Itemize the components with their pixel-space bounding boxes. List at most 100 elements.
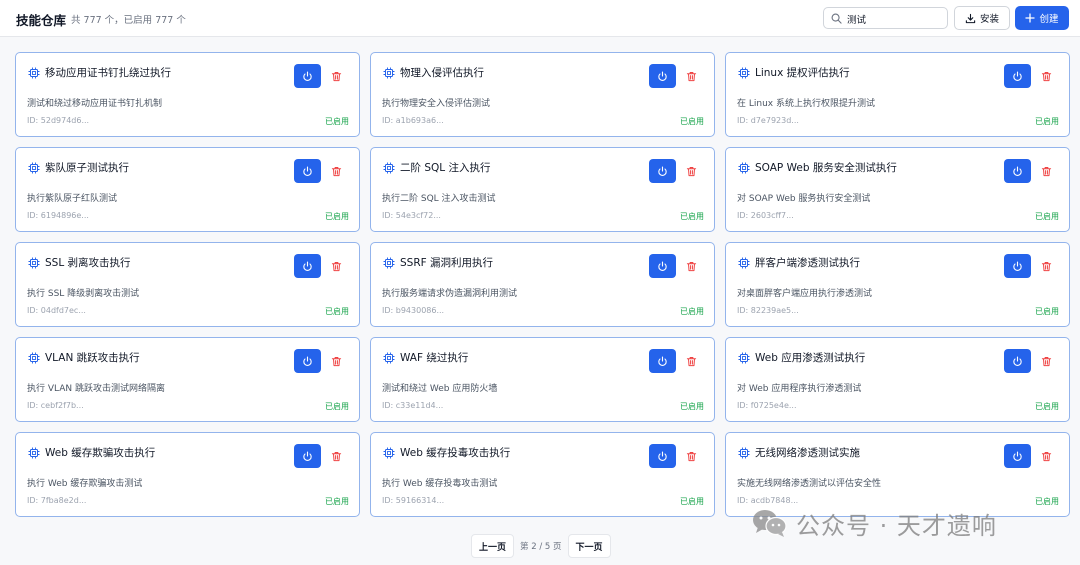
- toggle-button[interactable]: [1004, 254, 1031, 278]
- skill-name: 移动应用证书钉扎绕过执行: [45, 67, 171, 79]
- skill-card[interactable]: Web 应用渗透测试执行 对 Web 应用程序执行渗透测试 ID: f0725e…: [725, 337, 1070, 422]
- power-icon: [1013, 261, 1022, 271]
- chip-icon: [383, 257, 395, 269]
- chip-icon: [738, 447, 750, 459]
- toggle-button[interactable]: [294, 349, 321, 373]
- delete-button[interactable]: [1039, 163, 1053, 179]
- toggle-button[interactable]: [1004, 159, 1031, 183]
- skill-card[interactable]: 胖客户端渗透测试执行 对桌面胖客户端应用执行渗透测试 ID: 82239ae5.…: [725, 242, 1070, 327]
- skill-card[interactable]: 物理入侵评估执行 执行物理安全入侵评估测试 ID: a1b693a6... 已启…: [370, 52, 715, 137]
- search-box[interactable]: [823, 7, 948, 29]
- skill-id: ID: 82239ae5...: [737, 306, 799, 315]
- power-icon: [658, 71, 667, 81]
- power-icon: [658, 356, 667, 366]
- skill-name: Web 应用渗透测试执行: [755, 352, 866, 364]
- skill-id: ID: 6194896e...: [27, 211, 89, 220]
- skill-card[interactable]: VLAN 跳跃攻击执行 执行 VLAN 跳跃攻击测试网络隔离 ID: cebf2…: [15, 337, 360, 422]
- delete-button[interactable]: [684, 353, 698, 369]
- skill-card[interactable]: 移动应用证书钉扎绕过执行 测试和绕过移动应用证书钉扎机制 ID: 52d974d…: [15, 52, 360, 137]
- skill-id: ID: 54e3cf72...: [382, 211, 441, 220]
- skill-name: SOAP Web 服务安全测试执行: [755, 162, 897, 174]
- skill-id: ID: 7fba8e2d...: [27, 496, 87, 505]
- watermark-text: 公众号 · 天才遗响: [796, 511, 997, 540]
- prev-page-button[interactable]: 上一页: [471, 534, 515, 558]
- power-icon: [658, 451, 667, 461]
- power-icon: [303, 71, 312, 81]
- toggle-button[interactable]: [1004, 444, 1031, 468]
- toggle-button[interactable]: [1004, 64, 1031, 88]
- delete-button[interactable]: [684, 163, 698, 179]
- skill-description: 执行 Web 缓存欺骗攻击测试: [27, 479, 143, 489]
- delete-button[interactable]: [329, 258, 343, 274]
- skill-card[interactable]: 二阶 SQL 注入执行 执行二阶 SQL 注入攻击测试 ID: 54e3cf72…: [370, 147, 715, 232]
- install-button[interactable]: 安装: [954, 6, 1010, 30]
- skill-card[interactable]: SSRF 漏洞利用执行 执行服务端请求伪造漏洞利用测试 ID: b9430086…: [370, 242, 715, 327]
- status-badge: 已启用: [680, 212, 704, 221]
- trash-icon: [1041, 261, 1051, 271]
- delete-button[interactable]: [1039, 448, 1053, 464]
- toggle-button[interactable]: [649, 444, 676, 468]
- trash-icon: [1041, 356, 1051, 366]
- skill-card[interactable]: Linux 提权评估执行 在 Linux 系统上执行权限提升测试 ID: d7e…: [725, 52, 1070, 137]
- chip-icon: [738, 257, 750, 269]
- status-badge: 已启用: [680, 497, 704, 506]
- skill-card[interactable]: SOAP Web 服务安全测试执行 对 SOAP Web 服务执行安全测试 ID…: [725, 147, 1070, 232]
- skill-name: 物理入侵评估执行: [400, 67, 484, 79]
- toggle-button[interactable]: [649, 159, 676, 183]
- skill-id: ID: 04dfd7ec...: [27, 306, 86, 315]
- power-icon: [1013, 356, 1022, 366]
- skill-id: ID: d7e7923d...: [737, 116, 799, 125]
- toggle-button[interactable]: [649, 64, 676, 88]
- toggle-button[interactable]: [294, 64, 321, 88]
- skill-card[interactable]: Web 缓存投毒攻击执行 执行 Web 缓存投毒攻击测试 ID: 5916631…: [370, 432, 715, 517]
- skill-description: 在 Linux 系统上执行权限提升测试: [737, 99, 875, 109]
- delete-button[interactable]: [1039, 258, 1053, 274]
- skill-id: ID: a1b693a6...: [382, 116, 444, 125]
- skill-card[interactable]: Web 缓存欺骗攻击执行 执行 Web 缓存欺骗攻击测试 ID: 7fba8e2…: [15, 432, 360, 517]
- skill-card[interactable]: SSL 剥离攻击执行 执行 SSL 降级剥离攻击测试 ID: 04dfd7ec.…: [15, 242, 360, 327]
- delete-button[interactable]: [329, 448, 343, 464]
- power-icon: [1013, 166, 1022, 176]
- skill-id: ID: 52d974d6...: [27, 116, 90, 125]
- status-badge: 已启用: [680, 307, 704, 316]
- chip-icon: [28, 352, 40, 364]
- delete-button[interactable]: [329, 163, 343, 179]
- chip-icon: [28, 67, 40, 79]
- toggle-button[interactable]: [294, 254, 321, 278]
- trash-icon: [686, 356, 696, 366]
- status-badge: 已启用: [325, 497, 349, 506]
- skill-card[interactable]: 紫队原子测试执行 执行紫队原子红队测试 ID: 6194896e... 已启用: [15, 147, 360, 232]
- delete-button[interactable]: [329, 353, 343, 369]
- next-page-button[interactable]: 下一页: [567, 534, 611, 558]
- power-icon: [303, 451, 312, 461]
- delete-button[interactable]: [1039, 68, 1053, 84]
- chip-icon: [383, 447, 395, 459]
- skill-name: 无线网络渗透测试实施: [755, 447, 860, 459]
- toggle-button[interactable]: [294, 159, 321, 183]
- chip-icon: [738, 67, 750, 79]
- skill-card[interactable]: WAF 绕过执行 测试和绕过 Web 应用防火墙 ID: c33e11d4...…: [370, 337, 715, 422]
- skill-description: 执行服务端请求伪造漏洞利用测试: [382, 289, 518, 299]
- skill-name: WAF 绕过执行: [400, 352, 469, 364]
- toggle-button[interactable]: [649, 349, 676, 373]
- skill-description: 测试和绕过移动应用证书钉扎机制: [27, 99, 163, 109]
- toggle-button[interactable]: [294, 444, 321, 468]
- trash-icon: [1041, 166, 1051, 176]
- delete-button[interactable]: [1039, 353, 1053, 369]
- page-info: 第 2 / 5 页: [520, 542, 562, 552]
- search-input[interactable]: [847, 11, 943, 26]
- create-button[interactable]: 创建: [1015, 6, 1069, 30]
- skill-name: 二阶 SQL 注入执行: [400, 162, 491, 174]
- toggle-button[interactable]: [1004, 349, 1031, 373]
- delete-button[interactable]: [684, 448, 698, 464]
- delete-button[interactable]: [684, 258, 698, 274]
- trash-icon: [331, 166, 341, 176]
- chip-icon: [28, 447, 40, 459]
- skill-name: SSL 剥离攻击执行: [45, 257, 131, 269]
- trash-icon: [331, 451, 341, 461]
- skill-name: VLAN 跳跃攻击执行: [45, 352, 140, 364]
- delete-button[interactable]: [329, 68, 343, 84]
- toggle-button[interactable]: [649, 254, 676, 278]
- delete-button[interactable]: [684, 68, 698, 84]
- skill-description: 执行 VLAN 跳跃攻击测试网络隔离: [27, 384, 165, 394]
